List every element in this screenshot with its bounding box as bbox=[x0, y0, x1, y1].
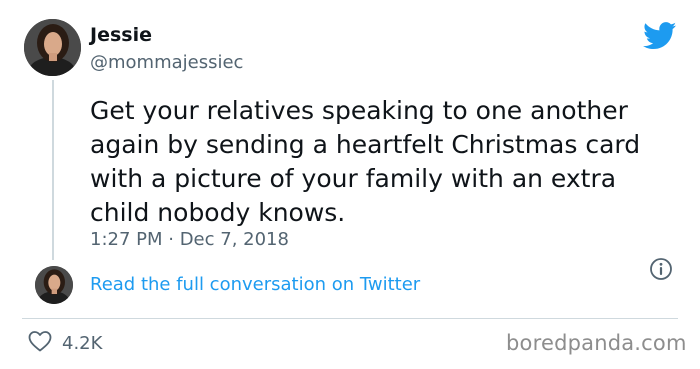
tweet-line: with a picture of your family with an ex… bbox=[90, 164, 617, 193]
author-avatar[interactable] bbox=[24, 19, 81, 76]
tweet-line: again by sending a heartfelt Christmas c… bbox=[90, 130, 641, 159]
footer-divider bbox=[22, 318, 678, 319]
tweet-timestamp[interactable]: 1:27 PM · Dec 7, 2018 bbox=[90, 229, 289, 250]
thread-connector-line bbox=[52, 80, 54, 260]
tweet-text: Get your relatives speaking to one anoth… bbox=[90, 94, 690, 230]
author-name[interactable]: Jessie bbox=[90, 24, 152, 46]
twitter-bird-icon[interactable] bbox=[643, 22, 677, 54]
author-handle[interactable]: @mommajessiec bbox=[90, 52, 243, 73]
like-count: 4.2K bbox=[62, 333, 103, 354]
watermark: boredpanda.com bbox=[506, 331, 687, 355]
read-conversation-link[interactable]: Read the full conversation on Twitter bbox=[90, 274, 420, 295]
info-icon[interactable] bbox=[649, 257, 673, 285]
tweet-line: child nobody knows. bbox=[90, 198, 346, 227]
like-button[interactable]: 4.2K bbox=[28, 330, 102, 357]
conversation-avatar[interactable] bbox=[35, 266, 73, 304]
heart-icon bbox=[28, 330, 52, 357]
tweet-line: Get your relatives speaking to one anoth… bbox=[90, 96, 628, 125]
